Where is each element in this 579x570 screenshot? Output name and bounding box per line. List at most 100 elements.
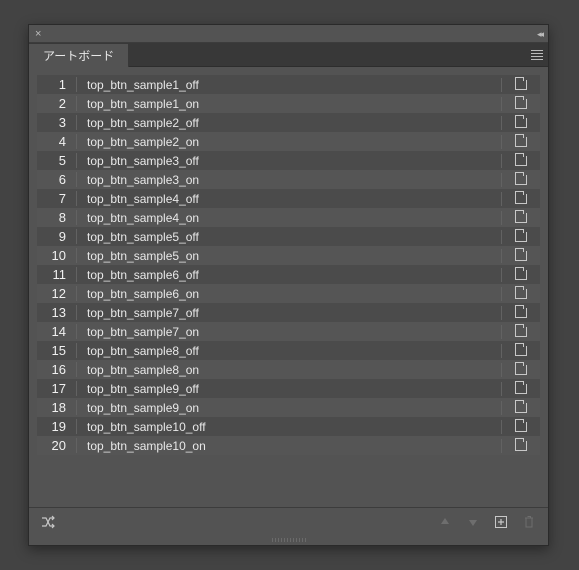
artboard-options-button[interactable] <box>502 156 540 166</box>
artboard-options-button[interactable] <box>502 308 540 318</box>
artboard-name[interactable]: top_btn_sample2_off <box>77 116 502 130</box>
collapse-icon[interactable]: ◂◂ <box>537 29 542 40</box>
artboard-row[interactable]: 7top_btn_sample4_off <box>37 189 540 208</box>
artboard-icon <box>515 422 527 432</box>
new-artboard-button[interactable] <box>492 513 510 531</box>
panel-titlebar: × ◂◂ <box>29 25 548 43</box>
arrow-up-icon <box>439 516 451 528</box>
artboard-index: 16 <box>37 362 77 377</box>
artboard-name[interactable]: top_btn_sample3_on <box>77 173 502 187</box>
artboard-options-button[interactable] <box>502 403 540 413</box>
artboard-name[interactable]: top_btn_sample7_on <box>77 325 502 339</box>
arrow-down-icon <box>467 516 479 528</box>
artboard-options-button[interactable] <box>502 99 540 109</box>
move-down-button[interactable] <box>464 513 482 531</box>
move-up-button[interactable] <box>436 513 454 531</box>
artboard-row[interactable]: 12top_btn_sample6_on <box>37 284 540 303</box>
artboard-row[interactable]: 1top_btn_sample1_off <box>37 75 540 94</box>
artboard-row[interactable]: 5top_btn_sample3_off <box>37 151 540 170</box>
artboard-name[interactable]: top_btn_sample2_on <box>77 135 502 149</box>
artboard-icon <box>515 441 527 451</box>
artboard-index: 19 <box>37 419 77 434</box>
artboard-options-button[interactable] <box>502 232 540 242</box>
artboard-icon <box>515 175 527 185</box>
artboard-options-button[interactable] <box>502 346 540 356</box>
artboard-row[interactable]: 10top_btn_sample5_on <box>37 246 540 265</box>
artboard-name[interactable]: top_btn_sample9_off <box>77 382 502 396</box>
artboard-name[interactable]: top_btn_sample1_off <box>77 78 502 92</box>
artboard-name[interactable]: top_btn_sample4_off <box>77 192 502 206</box>
artboard-icon <box>515 99 527 109</box>
artboard-icon <box>515 289 527 299</box>
artboard-name[interactable]: top_btn_sample6_off <box>77 268 502 282</box>
artboard-row[interactable]: 3top_btn_sample2_off <box>37 113 540 132</box>
artboard-row[interactable]: 16top_btn_sample8_on <box>37 360 540 379</box>
artboard-icon <box>515 232 527 242</box>
artboard-row[interactable]: 13top_btn_sample7_off <box>37 303 540 322</box>
artboard-row[interactable]: 4top_btn_sample2_on <box>37 132 540 151</box>
close-icon[interactable]: × <box>35 27 41 41</box>
artboard-icon <box>515 308 527 318</box>
artboard-icon <box>515 213 527 223</box>
artboard-options-button[interactable] <box>502 365 540 375</box>
artboard-index: 20 <box>37 438 77 453</box>
artboard-name[interactable]: top_btn_sample6_on <box>77 287 502 301</box>
artboard-name[interactable]: top_btn_sample7_off <box>77 306 502 320</box>
rearrange-button[interactable] <box>39 513 57 531</box>
artboard-name[interactable]: top_btn_sample3_off <box>77 154 502 168</box>
artboard-row[interactable]: 15top_btn_sample8_off <box>37 341 540 360</box>
artboard-row[interactable]: 19top_btn_sample10_off <box>37 417 540 436</box>
artboard-index: 3 <box>37 115 77 130</box>
artboard-row[interactable]: 9top_btn_sample5_off <box>37 227 540 246</box>
artboard-icon <box>515 118 527 128</box>
artboard-options-button[interactable] <box>502 118 540 128</box>
artboard-name[interactable]: top_btn_sample1_on <box>77 97 502 111</box>
artboard-options-button[interactable] <box>502 213 540 223</box>
artboard-options-button[interactable] <box>502 441 540 451</box>
artboard-index: 7 <box>37 191 77 206</box>
artboard-row[interactable]: 18top_btn_sample9_on <box>37 398 540 417</box>
panel-menu-button[interactable] <box>526 43 548 66</box>
artboard-name[interactable]: top_btn_sample9_on <box>77 401 502 415</box>
artboard-row[interactable]: 2top_btn_sample1_on <box>37 94 540 113</box>
artboard-options-button[interactable] <box>502 422 540 432</box>
artboard-options-button[interactable] <box>502 194 540 204</box>
artboard-options-button[interactable] <box>502 137 540 147</box>
artboard-row[interactable]: 11top_btn_sample6_off <box>37 265 540 284</box>
artboard-row[interactable]: 17top_btn_sample9_off <box>37 379 540 398</box>
artboard-row[interactable]: 20top_btn_sample10_on <box>37 436 540 455</box>
artboard-options-button[interactable] <box>502 175 540 185</box>
artboard-list: 1top_btn_sample1_off2top_btn_sample1_on3… <box>37 75 540 455</box>
artboard-options-button[interactable] <box>502 289 540 299</box>
artboard-row[interactable]: 6top_btn_sample3_on <box>37 170 540 189</box>
artboard-name[interactable]: top_btn_sample10_off <box>77 420 502 434</box>
resize-grip-bar[interactable] <box>29 535 548 545</box>
artboard-options-button[interactable] <box>502 384 540 394</box>
artboard-name[interactable]: top_btn_sample10_on <box>77 439 502 453</box>
artboard-name[interactable]: top_btn_sample8_on <box>77 363 502 377</box>
artboard-name[interactable]: top_btn_sample5_off <box>77 230 502 244</box>
artboard-name[interactable]: top_btn_sample4_on <box>77 211 502 225</box>
artboard-row[interactable]: 8top_btn_sample4_on <box>37 208 540 227</box>
artboard-name[interactable]: top_btn_sample8_off <box>77 344 502 358</box>
artboard-icon <box>515 365 527 375</box>
artboard-row[interactable]: 14top_btn_sample7_on <box>37 322 540 341</box>
list-empty-space <box>37 455 540 499</box>
artboard-options-button[interactable] <box>502 251 540 261</box>
artboard-icon <box>515 156 527 166</box>
artboard-options-button[interactable] <box>502 327 540 337</box>
artboard-icon <box>515 194 527 204</box>
artboard-options-button[interactable] <box>502 80 540 90</box>
artboard-icon <box>515 251 527 261</box>
artboard-icon <box>515 137 527 147</box>
tab-artboards[interactable]: アートボード <box>29 44 129 67</box>
artboard-index: 15 <box>37 343 77 358</box>
artboard-options-button[interactable] <box>502 270 540 280</box>
artboard-index: 9 <box>37 229 77 244</box>
hamburger-icon <box>531 50 543 60</box>
delete-artboard-button[interactable] <box>520 513 538 531</box>
artboard-index: 18 <box>37 400 77 415</box>
tab-label: アートボード <box>43 47 114 64</box>
artboard-index: 5 <box>37 153 77 168</box>
artboard-name[interactable]: top_btn_sample5_on <box>77 249 502 263</box>
